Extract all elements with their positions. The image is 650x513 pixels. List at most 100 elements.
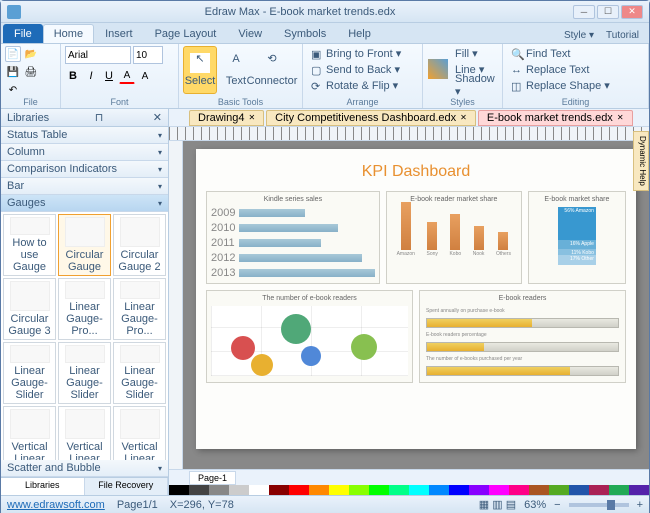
replace-shape-button[interactable]: ◫Replace Shape ▾ [507, 78, 614, 93]
color-swatch[interactable] [229, 485, 249, 495]
color-swatch[interactable] [549, 485, 569, 495]
quick-style[interactable] [427, 46, 449, 94]
color-swatch[interactable] [329, 485, 349, 495]
color-swatch[interactable] [629, 485, 649, 495]
gallery-item[interactable]: Vertical Linear [113, 406, 166, 460]
tutorial-link[interactable]: Tutorial [602, 28, 643, 43]
color-swatch[interactable] [589, 485, 609, 495]
replace-button[interactable]: ↔Replace Text [507, 62, 614, 77]
gallery-item[interactable]: Vertical Linear [3, 406, 56, 460]
color-swatch[interactable] [269, 485, 289, 495]
doc-tab[interactable]: Drawing4✕ [189, 110, 264, 126]
shadow-button[interactable]: Shadow ▾ [451, 78, 499, 93]
style-dropdown[interactable]: Style ▾ [560, 28, 598, 43]
tab-pagelayout[interactable]: Page Layout [144, 24, 228, 43]
undo-icon[interactable]: ↶ [5, 82, 21, 98]
close-tab-icon[interactable]: ✕ [460, 113, 467, 122]
color-swatch[interactable] [369, 485, 389, 495]
color-swatch[interactable] [389, 485, 409, 495]
zoom-out[interactable]: − [554, 499, 560, 511]
color-swatch[interactable] [209, 485, 229, 495]
gallery-item[interactable]: Vertical Linear [58, 406, 111, 460]
font-color-icon[interactable]: A [119, 68, 135, 84]
italic-icon[interactable]: I [83, 68, 99, 84]
gallery-item[interactable]: Linear Gauge-Slider [113, 342, 166, 404]
panel-readers-bubble[interactable]: The number of e-book readers [206, 290, 413, 383]
open-icon[interactable]: 📂 [23, 46, 39, 62]
color-swatch[interactable] [469, 485, 489, 495]
gallery-item[interactable]: Linear Gauge-Pro... [113, 278, 166, 340]
status-url[interactable]: www.edrawsoft.com [7, 499, 105, 511]
color-swatch[interactable] [509, 485, 529, 495]
minimize-button[interactable]: ─ [573, 5, 595, 19]
color-swatch[interactable] [189, 485, 209, 495]
color-swatch[interactable] [169, 485, 189, 495]
bold-icon[interactable]: B [65, 68, 81, 84]
panel-market-share[interactable]: E-book market share 17% Other11% Kobo16%… [528, 191, 626, 284]
send-back-button[interactable]: ▢Send to Back ▾ [307, 62, 405, 77]
color-swatch[interactable] [429, 485, 449, 495]
close-tab-icon[interactable]: ✕ [617, 113, 624, 122]
font-name-input[interactable] [65, 46, 131, 64]
select-tool[interactable]: ↖Select [183, 46, 217, 94]
gallery-item[interactable]: Linear Gauge-Slider [3, 342, 56, 404]
page-tab-1[interactable]: Page-1 [189, 471, 236, 485]
color-swatch[interactable] [309, 485, 329, 495]
save-icon[interactable]: 💾 [5, 64, 21, 80]
close-sidebar-icon[interactable]: ✕ [153, 111, 162, 124]
view-icons[interactable]: ▦ ▥ ▤ [479, 498, 516, 511]
tab-help[interactable]: Help [337, 24, 382, 43]
doc-tab[interactable]: E-book market trends.edx✕ [478, 110, 633, 126]
rotate-button[interactable]: ⟳Rotate & Flip ▾ [307, 78, 405, 93]
connector-tool[interactable]: ⟲Connector [255, 46, 289, 94]
color-swatch[interactable] [349, 485, 369, 495]
cat-comparison[interactable]: Comparison Indicators▾ [1, 161, 168, 178]
zoom-slider[interactable] [569, 503, 629, 507]
color-swatch[interactable] [449, 485, 469, 495]
maximize-button[interactable]: ☐ [597, 5, 619, 19]
sidetab-libraries[interactable]: Libraries [1, 478, 85, 495]
new-icon[interactable]: 📄 [5, 46, 21, 62]
gallery-item[interactable]: Circular Gauge 2 [113, 214, 166, 276]
gallery-item[interactable]: Circular Gauge 3 [3, 278, 56, 340]
find-button[interactable]: 🔍Find Text [507, 46, 614, 61]
tab-home[interactable]: Home [43, 24, 94, 43]
fill-button[interactable]: Fill ▾ [451, 46, 499, 61]
page[interactable]: KPI Dashboard Kindle series sales 200920… [196, 149, 636, 449]
dynamic-help-tab[interactable]: Dynamic Help [633, 131, 649, 191]
underline-icon[interactable]: U [101, 68, 117, 84]
cat-bar[interactable]: Bar▾ [1, 178, 168, 195]
sidetab-recovery[interactable]: File Recovery [85, 478, 169, 495]
gallery-item[interactable]: How to use Gauge [3, 214, 56, 276]
panel-kindle-sales[interactable]: Kindle series sales 20092010201120122013 [206, 191, 380, 284]
tab-view[interactable]: View [227, 24, 273, 43]
highlight-icon[interactable]: A [137, 68, 153, 84]
bring-front-button[interactable]: ▣Bring to Front ▾ [307, 46, 405, 61]
gallery-item[interactable]: Linear Gauge-Slider [58, 342, 111, 404]
gallery-item[interactable]: Circular Gauge [58, 214, 111, 276]
color-swatch[interactable] [489, 485, 509, 495]
color-swatch[interactable] [569, 485, 589, 495]
cat-column[interactable]: Column▾ [1, 144, 168, 161]
color-palette[interactable] [169, 485, 649, 495]
color-swatch[interactable] [289, 485, 309, 495]
font-size-input[interactable] [133, 46, 163, 64]
color-swatch[interactable] [529, 485, 549, 495]
close-button[interactable]: ✕ [621, 5, 643, 19]
panel-reader-share[interactable]: E-book reader market share AmazonSonyKob… [386, 191, 522, 284]
gallery-item[interactable]: Linear Gauge-Pro... [58, 278, 111, 340]
pin-icon[interactable]: ⊓ [95, 111, 104, 124]
zoom-in[interactable]: + [637, 499, 643, 511]
panel-readers-sliders[interactable]: E-book readers Spent annually on purchas… [419, 290, 626, 383]
print-icon[interactable]: 🖨 [23, 64, 39, 80]
doc-tab[interactable]: City Competitiveness Dashboard.edx✕ [266, 110, 476, 126]
color-swatch[interactable] [249, 485, 269, 495]
color-swatch[interactable] [409, 485, 429, 495]
cat-gauges[interactable]: Gauges▾ [1, 195, 168, 212]
canvas[interactable]: KPI Dashboard Kindle series sales 200920… [183, 141, 649, 469]
tab-file[interactable]: File [3, 24, 43, 43]
close-tab-icon[interactable]: ✕ [248, 113, 255, 122]
tab-symbols[interactable]: Symbols [273, 24, 337, 43]
tab-insert[interactable]: Insert [94, 24, 144, 43]
color-swatch[interactable] [609, 485, 629, 495]
